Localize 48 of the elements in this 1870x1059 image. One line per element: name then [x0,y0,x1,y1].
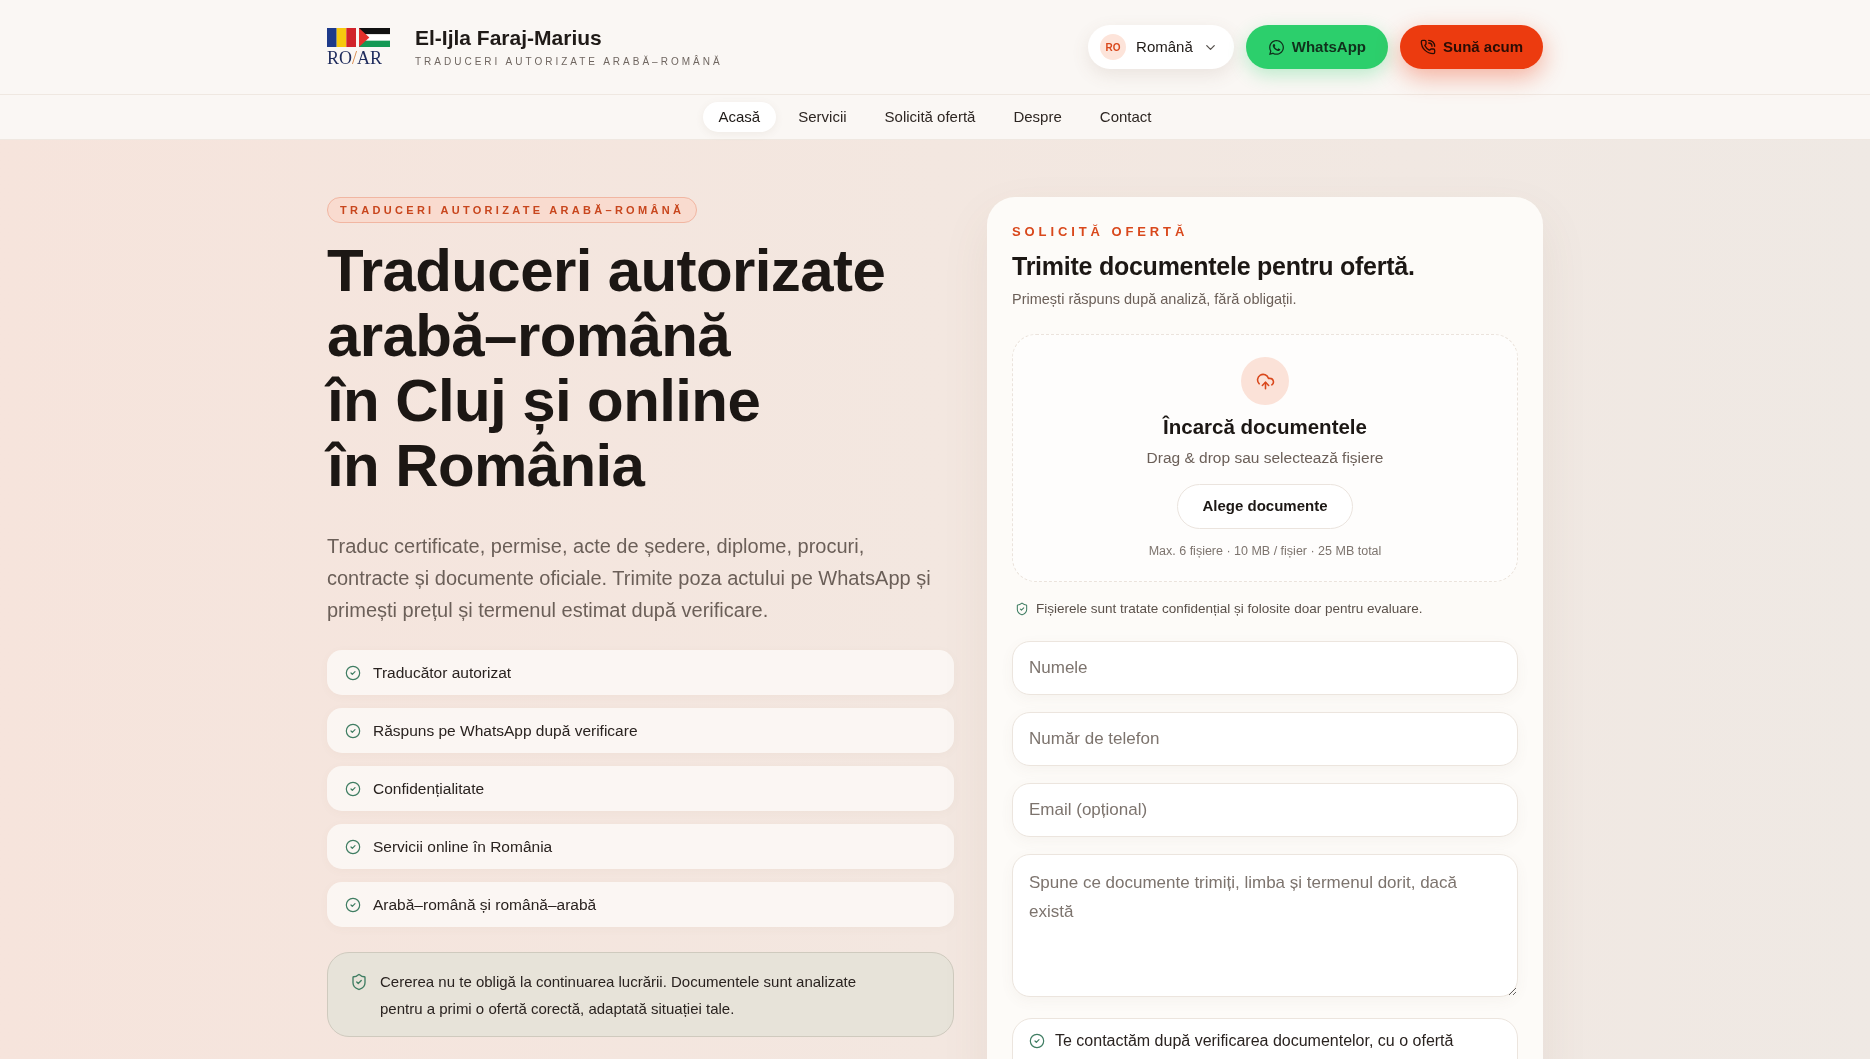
language-selector[interactable]: RO Română [1088,25,1234,69]
nav-tab[interactable]: Servicii [782,102,863,132]
nav-tab[interactable]: Solicită ofertă [868,102,992,132]
input-field[interactable]: Număr de telefon [1012,711,1518,766]
choose-documents-button[interactable]: Alege documente [1177,484,1353,529]
contact-note: Te contactăm după verificarea documentelor, cu o ofertă [1055,1031,1454,1050]
section-eyebrow: SOLICITĂ OFERTĂ [1012,224,1190,240]
feature-text: Arabă–română și română–arabă [373,894,597,915]
whatsapp-button[interactable]: WhatsApp [1245,25,1388,69]
shield-check-icon [1015,601,1029,616]
logo-text: RO/AR [327,48,383,67]
feature-text: Traducător autorizat [373,662,512,683]
form-subtitle: Primești răspuns după analiză, fără obligații. [1012,290,1298,309]
input-field[interactable]: Email (opțional) [1012,782,1518,837]
flag-icon [359,27,390,47]
flag-icon [327,27,356,47]
privacy-note: Fișierele sunt tratate confidențial și folosite doar pentru evaluare. [1036,599,1423,618]
nav-tab[interactable]: Despre [997,102,1078,132]
form-title: Trimite documentele pentru ofertă. [1012,252,1416,281]
shield-check-icon [350,973,368,991]
upload-title: Încarcă documentele [1163,414,1367,440]
upload-limits: Max. 6 fișiere · 10 MB / fișier · 25 MB total [1148,543,1382,559]
hero-badge: TRADUCERI AUTORIZATE ARABĂ–ROMÂNĂ [327,197,698,223]
chat-bubble-icon [1267,38,1285,56]
language-code: RO [1100,34,1127,60]
input-field[interactable]: Numele [1012,640,1518,695]
check-circle-icon [345,780,361,797]
check-circle-icon [1029,1032,1045,1049]
check-circle-icon [345,838,361,855]
phone-icon [1419,39,1436,55]
cloud-upload-icon [1241,357,1289,405]
check-circle-icon [345,722,361,739]
feature-text: Servicii online în România [373,836,553,857]
feature-text: Răspuns pe WhatsApp după verificare [373,720,638,741]
upload-hint: Drag & drop sau selectează fișiere [1146,448,1384,468]
feature-text: Confidențialitate [373,778,485,799]
call-button[interactable]: Sună acum [1399,25,1543,69]
site-name: El-Ijla Faraj-Marius [415,26,603,50]
upload-dropzone[interactable]: Încarcă documentele Drag & drop sau selectează fișiere Alege documente Max. 6 fișiere · 10 MB / fișier · 25 MB total [1012,334,1518,582]
message-field[interactable]: Spune ce documente trimiți, limba și termenul dorit, dacă există [1012,853,1518,997]
nav-tab[interactable]: Contact [1083,102,1168,132]
check-circle-icon [345,664,361,681]
note-text: Cererea nu te obligă la continuarea lucrării. Documentele sunt analizate pentru a primi o ofertă corectă, adaptată situației tale. [380,972,858,1019]
hero-description: Traduc certificate, permise, acte de ședere, diplome, procuri, contracte și documente oficiale. Trimite poza actului pe WhatsApp și primești prețul și termenul estimat după verificare. [327,534,932,623]
nav-tab[interactable]: Acasă [702,102,777,132]
language-label: Română [1136,36,1193,57]
site-tagline: TRADUCERI AUTORIZATE ARABĂ–ROMÂNĂ [415,56,723,68]
check-circle-icon [345,896,361,913]
